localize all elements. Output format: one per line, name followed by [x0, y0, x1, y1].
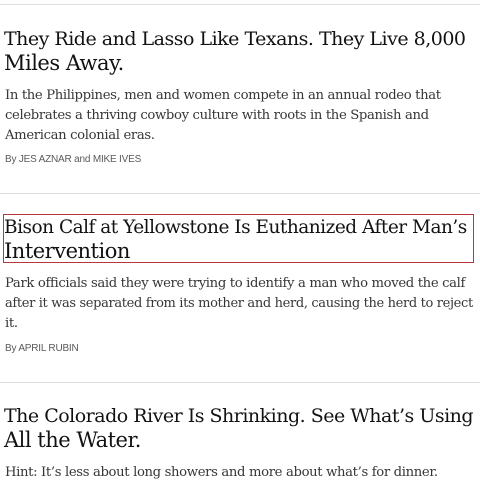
story-summary-line: Hint: It’s less about long showers and m…	[5, 465, 438, 480]
story-headline-line[interactable]: All the Water.	[4, 428, 141, 453]
story-summary-line: Park officials said they were trying to …	[5, 276, 466, 291]
story-byline: By JES AZNAR and MIKE IVES	[5, 154, 141, 166]
story-headline-line[interactable]: Intervention	[4, 239, 130, 264]
story-headline-line[interactable]: They Ride and Lasso Like Texans. They Li…	[4, 27, 466, 52]
story-summary-line: In the Philippines, men and women compet…	[5, 88, 441, 103]
divider	[0, 193, 480, 194]
author-name[interactable]: JES AZNAR	[19, 154, 72, 165]
author-name[interactable]: MIKE IVES	[93, 154, 141, 165]
divider	[0, 4, 480, 5]
story-summary-line: American colonial eras.	[5, 128, 155, 143]
article-feed: They Ride and Lasso Like Texans. They Li…	[0, 0, 480, 480]
story-headline-line[interactable]: Bison Calf at Yellowstone Is Euthanized …	[4, 215, 467, 240]
story-summary-line: after it was separated from its mother a…	[5, 296, 473, 311]
byline-prefix: By	[5, 343, 17, 354]
story-byline: By APRIL RUBIN	[5, 343, 79, 355]
story-headline-line[interactable]: The Colorado River Is Shrinking. See Wha…	[4, 404, 474, 429]
divider	[0, 382, 480, 383]
author-name[interactable]: APRIL RUBIN	[18, 343, 78, 354]
story-summary-line: it.	[5, 316, 18, 331]
byline-prefix: By	[5, 154, 17, 165]
story-summary-line: celebrates a thriving cowboy culture wit…	[5, 108, 429, 123]
story-headline-line[interactable]: Miles Away.	[4, 51, 124, 76]
byline-conjunction: and	[74, 154, 91, 165]
